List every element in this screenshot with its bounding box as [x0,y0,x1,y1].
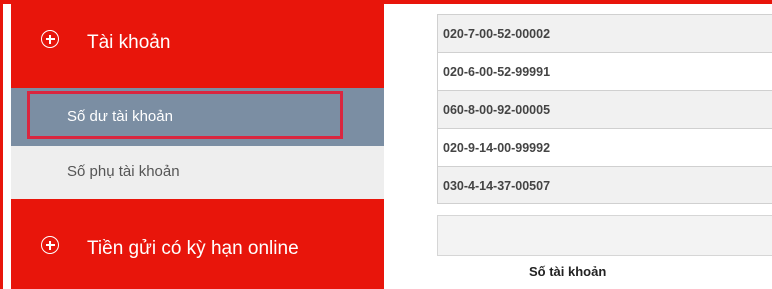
account-number: 030-4-14-37-00507 [443,179,551,193]
plus-circle-icon [41,30,59,48]
sidebar-item-label: Số dư tài khoản [67,108,173,125]
plus-circle-icon [41,236,59,254]
sidebar-section-tien-gui-online[interactable]: Tiền gửi có kỳ hạn online [11,199,384,289]
account-row[interactable]: 060-8-00-92-00005 [437,90,772,128]
page-frame: Tài khoản Số dư tài khoản Số phụ tài kho… [0,0,772,289]
account-number: 020-7-00-52-00002 [443,27,551,41]
sidebar: Tài khoản Số dư tài khoản Số phụ tài kho… [11,4,384,289]
sidebar-section-label: Tài khoản [87,32,171,53]
account-number: 060-8-00-92-00005 [443,103,551,117]
sidebar-item-label: Số phụ tài khoản [67,163,180,180]
account-row[interactable]: 020-7-00-52-00002 [437,14,772,52]
account-row[interactable]: 030-4-14-37-00507 [437,166,772,204]
account-row[interactable]: 020-9-14-00-99992 [437,128,772,166]
column-header-account-number: Số tài khoản [529,264,607,279]
account-number: 020-9-14-00-99992 [443,141,551,155]
sidebar-section-tai-khoan[interactable]: Tài khoản [11,4,384,86]
empty-field [437,215,772,256]
account-number: 020-6-00-52-99991 [443,65,551,79]
sidebar-section-label: Tiền gửi có kỳ hạn online [87,238,299,259]
left-border [0,0,3,289]
account-row[interactable]: 020-6-00-52-99991 [437,52,772,90]
